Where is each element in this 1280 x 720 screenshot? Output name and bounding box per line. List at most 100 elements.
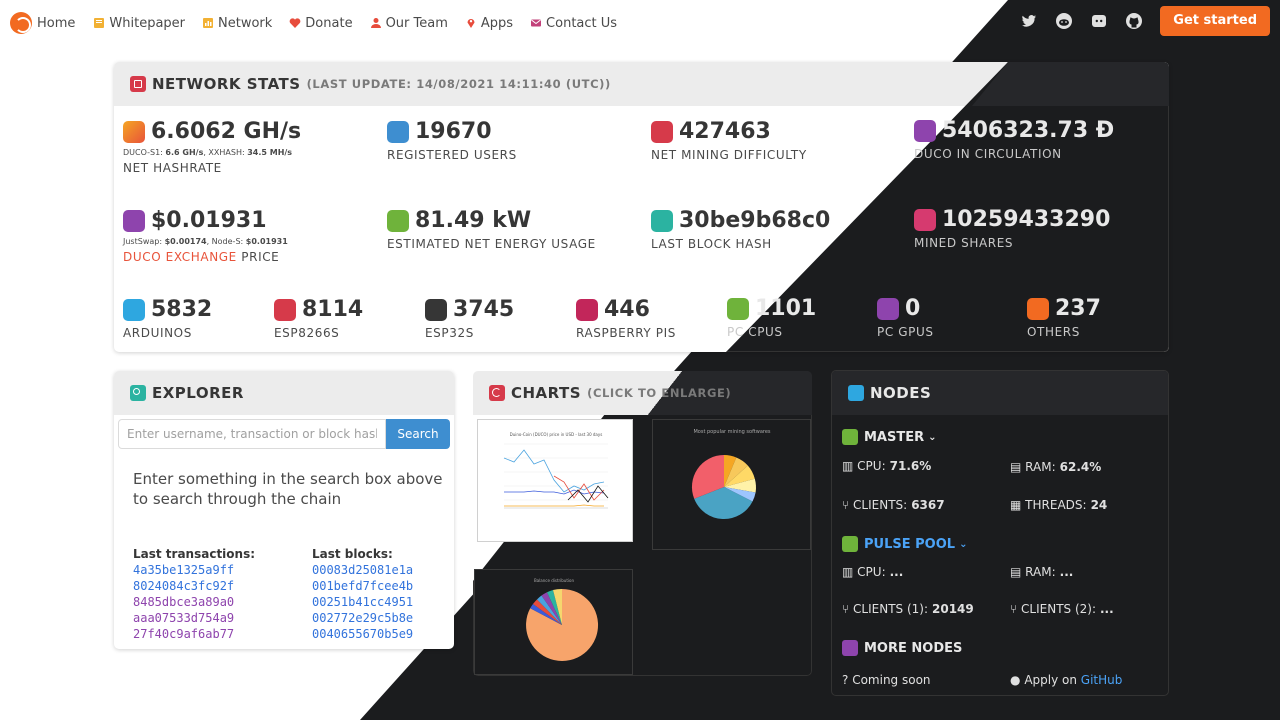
explorer-message: Enter something in the search box above … <box>133 470 443 508</box>
github-icon[interactable] <box>1125 12 1143 30</box>
esp8266-value: 8114 <box>302 297 364 322</box>
more-nodes-name: MORE NODES <box>864 640 963 656</box>
stat-price: $0.01931 JustSwap: $0.00174, Node-S: $0.… <box>123 208 288 264</box>
branch-icon: ⑂ <box>842 498 850 512</box>
last-update-text: (LAST UPDATE: 14/08/2021 14:11:40 (UTC)) <box>306 77 611 91</box>
microchip-icon <box>123 298 145 321</box>
server-icon <box>842 640 858 656</box>
nodes-title: NODES <box>870 384 932 402</box>
price-value: $0.01931 <box>151 208 267 233</box>
question-icon: ? <box>842 673 849 687</box>
charts-subtitle: (CLICK TO ENLARGE) <box>587 386 732 400</box>
stat-difficulty: 427463 NET MINING DIFFICULTY <box>651 119 807 162</box>
nav-donate[interactable]: Donate <box>289 15 353 31</box>
pulse-name: PULSE POOL <box>864 536 956 552</box>
stat-esp32: 3745 ESP32S <box>425 297 514 340</box>
nav-network[interactable]: Network <box>202 16 272 31</box>
stat-users: 19670 REGISTERED USERS <box>387 119 517 162</box>
transaction-link[interactable]: 8024084c3fc92f <box>133 578 255 594</box>
github-small-icon: ● <box>1010 673 1021 687</box>
block-hash-value: 30be9b68c0 <box>679 208 831 233</box>
ram-icon: ▤ <box>1010 460 1022 474</box>
shares-value: 10259433290 <box>942 207 1111 232</box>
map-pin-icon <box>467 19 475 28</box>
price-chart-thumbnail[interactable]: Duino-Coin (DUCO) price in USD - last 30… <box>477 419 633 542</box>
nav-home-label: Home <box>37 15 76 31</box>
explorer-card: EXPLORER Search Enter something in the s… <box>114 371 454 649</box>
github-link[interactable]: GitHub <box>1081 673 1123 687</box>
user-icon <box>370 18 381 28</box>
heart-icon <box>289 18 301 28</box>
users-label: REGISTERED USERS <box>387 148 517 162</box>
hashrate-detail: DUCO-S1: 6.6 GH/s, XXHASH: 34.5 MH/s <box>123 148 293 157</box>
block-link[interactable]: 0040655670b5e9 <box>312 626 413 642</box>
network-stats-title: NETWORK STATS <box>152 75 301 93</box>
pc-gpus-value: 0 <box>905 296 921 321</box>
nav-whitepaper[interactable]: Whitepaper <box>93 16 185 31</box>
mining-software-chart-thumbnail[interactable]: Most popular mining softwares <box>652 419 811 550</box>
nav-contact[interactable]: Contact Us <box>530 16 617 31</box>
hashrate-label: NET HASHRATE <box>123 161 222 175</box>
nav-apps-label: Apps <box>480 15 514 31</box>
shares-label: MINED SHARES <box>914 236 1014 250</box>
thumb1-title: Duino-Coin (DUCO) price in USD - last 30… <box>510 432 603 437</box>
laptop-icon <box>1027 297 1049 320</box>
raspberry-icon <box>576 298 598 321</box>
nav-apps[interactable]: Apps <box>465 16 513 31</box>
chart-icon <box>203 18 214 28</box>
master-node-toggle[interactable]: MASTER ⌄ <box>842 429 937 445</box>
transaction-link[interactable]: 8485dbce3a89a0 <box>133 594 255 610</box>
coins-icon <box>914 119 936 142</box>
chevron-down-icon: ⌄ <box>928 431 937 443</box>
stat-others: 237 OTHERS <box>1027 296 1101 339</box>
search-badge-icon <box>130 385 146 401</box>
price-label: DUCO EXCHANGE PRICE <box>123 250 280 264</box>
charts-header: CHARTS (CLICK TO ENLARGE) <box>473 371 812 415</box>
block-link[interactable]: 001befd7fcee4b <box>312 578 413 594</box>
stat-esp8266: 8114 ESP8266S <box>274 297 363 340</box>
discord-icon[interactable] <box>1090 12 1108 30</box>
server-icon <box>842 429 858 445</box>
blocks-header: Last blocks: <box>312 547 393 561</box>
duco-exchange-link[interactable]: DUCO EXCHANGE <box>123 250 237 264</box>
block-link[interactable]: 002772e29c5b8e <box>312 610 413 626</box>
server-badge-icon <box>848 385 864 401</box>
apply-on-github: ● Apply on GitHub <box>1010 673 1123 687</box>
stat-circulation: 5406323.73 Ð DUCO IN CIRCULATION <box>914 118 1114 161</box>
nav-whitepaper-label: Whitepaper <box>109 15 186 31</box>
pulse-ram: ▤ RAM:... <box>1010 565 1074 579</box>
branch-icon: ⑂ <box>842 602 850 616</box>
master-cpu: ▥ CPU: 71.6% <box>842 459 932 473</box>
esp32-value: 3745 <box>453 297 515 322</box>
coming-soon: ? Coming soon <box>842 673 931 687</box>
reddit-icon[interactable] <box>1055 12 1073 30</box>
get-started-button[interactable]: Get started <box>1160 6 1270 36</box>
balance-chart-thumbnail[interactable]: Balance distribution <box>474 569 633 675</box>
last-blocks-list: Last blocks: 00083d25081e1a 001befd7fcee… <box>312 547 413 642</box>
esp8266-label: ESP8266S <box>274 326 340 340</box>
transaction-link[interactable]: 4a35be1325a9ff <box>133 562 255 578</box>
block-link[interactable]: 00251b41cc4951 <box>312 594 413 610</box>
pulse-pool-toggle[interactable]: PULSE POOL ⌄ <box>842 536 967 552</box>
search-input[interactable] <box>118 419 386 449</box>
grid-icon <box>914 208 936 231</box>
users-icon <box>387 120 409 143</box>
price-detail: JustSwap: $0.00174, Node-S: $0.01931 <box>123 237 288 246</box>
duco-logo-icon <box>10 12 32 34</box>
search-button[interactable]: Search <box>386 419 450 449</box>
master-ram: ▤ RAM: 62.4% <box>1010 460 1102 474</box>
pulse-cpu: ▥ CPU:... <box>842 565 904 579</box>
transaction-link[interactable]: aaa07533d754a9 <box>133 610 255 626</box>
nav-donate-label: Donate <box>305 15 353 31</box>
transaction-link[interactable]: 27f40c9af6ab77 <box>133 626 255 642</box>
nav-home[interactable]: Home <box>10 12 75 34</box>
nav-team-label: Our Team <box>385 15 448 31</box>
leaf-icon <box>387 209 409 232</box>
twitter-icon[interactable] <box>1020 12 1038 30</box>
master-name: MASTER <box>864 429 925 445</box>
nodes-header: NODES <box>832 371 1168 415</box>
circulation-value: 5406323.73 Ð <box>942 118 1115 143</box>
nav-team[interactable]: Our Team <box>370 16 448 31</box>
block-link[interactable]: 00083d25081e1a <box>312 562 413 578</box>
stat-rpi: 446 RASPBERRY PIS <box>576 297 676 340</box>
